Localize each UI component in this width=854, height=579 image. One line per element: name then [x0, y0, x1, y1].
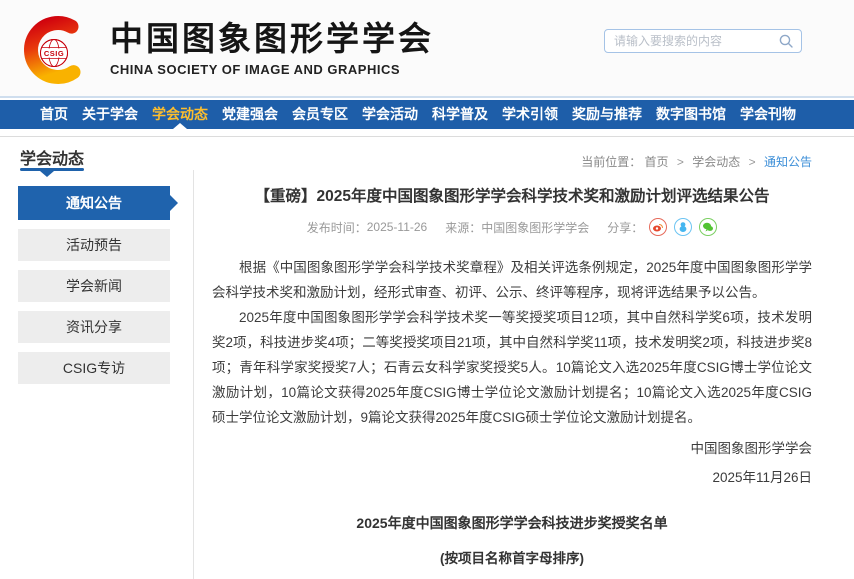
- sidebar-item-previews[interactable]: 活动预告: [18, 229, 170, 261]
- logo[interactable]: CSIG 中国图象图形学学会 CHINA SOCIETY OF IMAGE AN…: [16, 6, 434, 90]
- breadcrumb: 当前位置： 首页 > 学会动态 > 通知公告: [581, 153, 812, 170]
- nav-item-library[interactable]: 数字图书馆: [656, 100, 726, 129]
- search-icon[interactable]: [778, 33, 794, 49]
- nav-item-academic[interactable]: 学术引领: [502, 100, 558, 129]
- page-title-underline: [20, 168, 84, 171]
- signature-org: 中国图象图形学学会: [212, 438, 812, 459]
- paragraph-2: 2025年度中国图象图形学学会科学技术奖一等奖授奖项目12项，其中自然科学奖6项…: [212, 305, 812, 430]
- publish-time-label: 发布时间：: [307, 219, 367, 236]
- qq-share-icon[interactable]: [674, 218, 692, 236]
- breadcrumb-news[interactable]: 学会动态: [692, 155, 740, 169]
- paragraph-1: 根据《中国图象图形学学会科学技术奖章程》及相关评选条例规定，2025年度中国图象…: [212, 255, 812, 305]
- nav-bottom-strip: [0, 129, 854, 137]
- article-title: 【重磅】2025年度中国图象图形学学会科学技术奖和激励计划评选结果公告: [212, 186, 812, 207]
- wechat-share-icon[interactable]: [699, 218, 717, 236]
- award-list-heading: 2025年度中国图象图形学学会科技进步奖授奖名单: [212, 513, 812, 533]
- sidebar-item-society-news[interactable]: 学会新闻: [18, 270, 170, 302]
- logo-text: 中国图象图形学学会 CHINA SOCIETY OF IMAGE AND GRA…: [110, 19, 434, 77]
- site-header: CSIG 中国图象图形学学会 CHINA SOCIETY OF IMAGE AN…: [0, 0, 854, 98]
- search-input[interactable]: [605, 34, 778, 48]
- logo-title-en: CHINA SOCIETY OF IMAGE AND GRAPHICS: [110, 62, 434, 77]
- share-icons: [649, 218, 717, 236]
- breadcrumb-separator: >: [677, 155, 684, 169]
- sidebar-item-info-share[interactable]: 资讯分享: [18, 311, 170, 343]
- page-title: 学会动态: [20, 145, 84, 169]
- nav-item-activities[interactable]: 学会活动: [362, 100, 418, 129]
- nav-item-home[interactable]: 首页: [40, 100, 68, 129]
- signature: 中国图象图形学学会 2025年11月26日: [212, 438, 812, 488]
- award-list-subheading: (按项目名称首字母排序): [212, 547, 812, 567]
- logo-emblem-text: CSIG: [44, 49, 64, 58]
- sidebar-divider: [193, 170, 194, 579]
- share-label: 分享：: [607, 219, 643, 236]
- sidebar: 通知公告 活动预告 学会新闻 资讯分享 CSIG专访: [18, 186, 170, 393]
- article-meta: 发布时间： 2025-11-26 来源： 中国图象图形学学会 分享：: [212, 218, 812, 236]
- breadcrumb-current[interactable]: 通知公告: [764, 155, 812, 169]
- sidebar-item-csig-interview[interactable]: CSIG专访: [18, 352, 170, 384]
- sidebar-item-notices[interactable]: 通知公告: [18, 186, 170, 220]
- logo-title-cn: 中国图象图形学学会: [110, 19, 434, 59]
- article-body: 根据《中国图象图形学学会科学技术奖章程》及相关评选条例规定，2025年度中国图象…: [212, 255, 812, 430]
- nav-item-members[interactable]: 会员专区: [292, 100, 348, 129]
- nav-item-about[interactable]: 关于学会: [82, 100, 138, 129]
- nav-item-party[interactable]: 党建强会: [222, 100, 278, 129]
- csig-logo-icon: CSIG: [16, 6, 100, 90]
- source-value: 中国图象图形学学会: [481, 219, 589, 236]
- nav-item-news[interactable]: 学会动态: [152, 100, 208, 129]
- breadcrumb-separator: >: [749, 155, 756, 169]
- nav-item-awards[interactable]: 奖励与推荐: [572, 100, 642, 129]
- nav-item-science[interactable]: 科学普及: [432, 100, 488, 129]
- nav-item-journals[interactable]: 学会刊物: [740, 100, 796, 129]
- article: 【重磅】2025年度中国图象图形学学会科学技术奖和激励计划评选结果公告 发布时间…: [212, 186, 812, 579]
- breadcrumb-home[interactable]: 首页: [645, 155, 669, 169]
- main-nav: 首页 关于学会 学会动态 党建强会 会员专区 学会活动 科学普及 学术引领 奖励…: [0, 100, 854, 129]
- weibo-share-icon[interactable]: [649, 218, 667, 236]
- page: CSIG 中国图象图形学学会 CHINA SOCIETY OF IMAGE AN…: [0, 0, 854, 579]
- search-box: [604, 29, 802, 53]
- publish-time-value: 2025-11-26: [367, 220, 428, 234]
- breadcrumb-label: 当前位置：: [581, 155, 641, 169]
- signature-date: 2025年11月26日: [212, 467, 812, 488]
- source-label: 来源：: [445, 219, 481, 236]
